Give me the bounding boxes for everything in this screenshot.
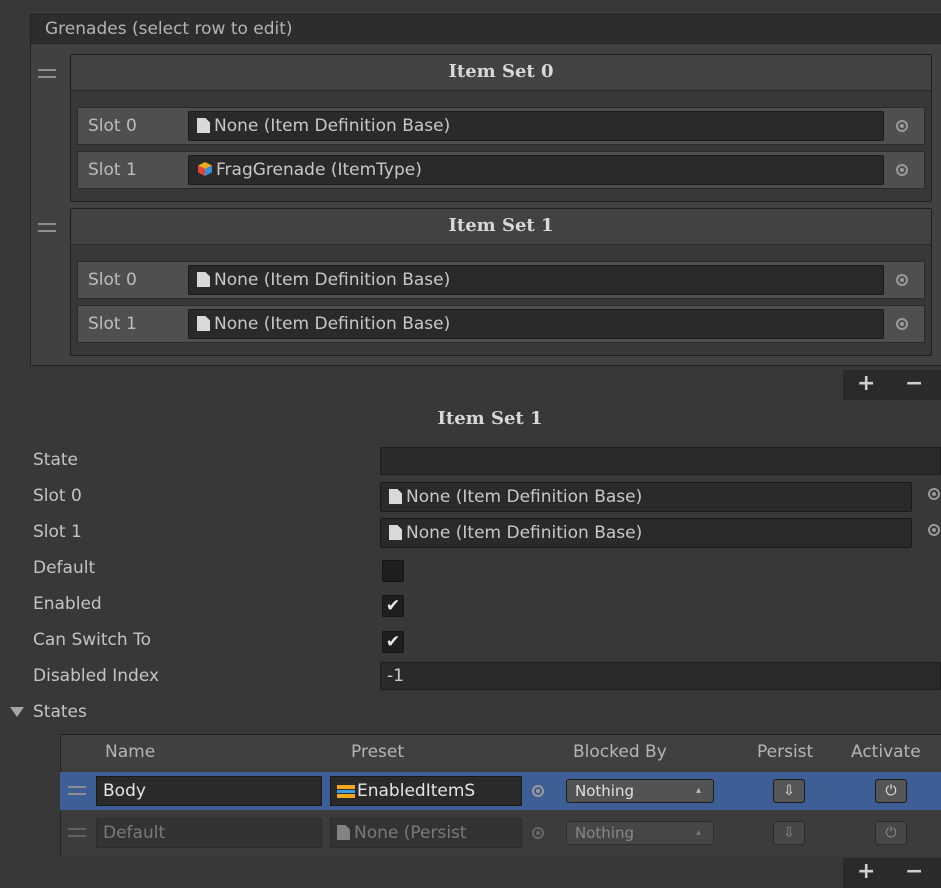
activate-button[interactable]: ⏻ — [875, 779, 907, 803]
persist-button[interactable]: ⇩ — [773, 821, 805, 845]
document-icon — [197, 316, 210, 331]
persist-button[interactable]: ⇩ — [773, 779, 805, 803]
blocked-by-dropdown[interactable]: Nothing ▴ — [566, 779, 714, 803]
activate-button[interactable]: ⏻ — [875, 821, 907, 845]
cube-icon — [198, 162, 212, 176]
detail-title: Item Set 1 — [437, 408, 543, 429]
slot-label: Slot 1 — [88, 314, 137, 334]
object-picker-icon[interactable] — [896, 164, 908, 176]
object-picker-icon[interactable] — [532, 827, 544, 839]
item-set-1[interactable]: Item Set 1 Slot 0 None (Item Definition … — [70, 208, 932, 356]
state-name-input[interactable]: Body — [96, 776, 322, 806]
slot-row: Slot 0 None (Item Definition Base) — [77, 261, 925, 299]
column-preset: Preset — [351, 742, 405, 762]
column-name: Name — [105, 742, 156, 762]
power-icon: ⏻ — [885, 783, 897, 799]
enabled-checkbox[interactable]: ✔ — [382, 595, 404, 617]
document-icon — [389, 489, 402, 504]
can-switch-to-checkbox[interactable]: ✔ — [382, 631, 404, 653]
states-table-header: Name Preset Blocked By Persist Activate — [60, 734, 941, 768]
dropdown-arrows-icon: ▴ — [695, 827, 701, 838]
disabled-index-label: Disabled Index — [33, 666, 160, 686]
download-icon: ⇩ — [783, 825, 795, 841]
list-header: Grenades (select row to edit) — [30, 14, 941, 44]
document-icon — [337, 825, 350, 840]
state-label: State — [33, 450, 78, 470]
default-checkbox[interactable] — [382, 560, 404, 582]
disabled-index-field[interactable]: -1 — [380, 662, 941, 690]
drag-handle-icon[interactable] — [38, 223, 56, 232]
download-icon: ⇩ — [783, 783, 795, 799]
slot1-object-field[interactable]: None (Item Definition Base) — [380, 518, 912, 548]
add-state-button[interactable]: + — [857, 858, 875, 886]
column-persist: Persist — [757, 742, 814, 762]
slot-object-field[interactable]: FragGrenade (ItemType) — [188, 155, 884, 185]
slot-value: None (Item Definition Base) — [214, 116, 451, 136]
slot1-label: Slot 1 — [33, 522, 82, 542]
item-set-title: Item Set 0 — [71, 55, 931, 91]
column-activate: Activate — [851, 742, 921, 762]
slot0-object-field[interactable]: None (Item Definition Base) — [380, 482, 912, 512]
object-picker-icon[interactable] — [928, 488, 940, 500]
state-name-input[interactable]: Default — [96, 818, 322, 848]
state-field[interactable] — [380, 447, 941, 475]
slot-label: Slot 1 — [88, 160, 137, 180]
slot-value: None (Item Definition Base) — [214, 270, 451, 290]
document-icon — [197, 118, 210, 133]
column-blocked-by: Blocked By — [573, 742, 667, 762]
slot-object-field[interactable]: None (Item Definition Base) — [188, 309, 884, 339]
drag-handle-icon[interactable] — [38, 69, 56, 78]
document-icon — [197, 272, 210, 287]
drag-handle-icon[interactable] — [68, 828, 86, 837]
drag-handle-icon[interactable] — [68, 786, 86, 795]
states-foldout-label[interactable]: States — [33, 702, 87, 722]
foldout-arrow-icon[interactable] — [10, 707, 24, 717]
slot-object-field[interactable]: None (Item Definition Base) — [188, 111, 884, 141]
slot-value: FragGrenade (ItemType) — [216, 160, 422, 180]
list-add-remove-bar: + − — [843, 370, 941, 400]
power-icon: ⏻ — [885, 825, 897, 841]
object-picker-icon[interactable] — [928, 524, 940, 536]
can-switch-to-label: Can Switch To — [33, 630, 151, 650]
slot-row: Slot 1 FragGrenade (ItemType) — [77, 151, 925, 189]
remove-item-set-button[interactable]: − — [905, 370, 923, 398]
preset-object-field[interactable]: EnabledItemS — [330, 776, 522, 806]
slot-row: Slot 1 None (Item Definition Base) — [77, 305, 925, 343]
slot0-label: Slot 0 — [33, 486, 82, 506]
preset-object-field[interactable]: None (Persist — [330, 818, 522, 848]
enabled-label: Enabled — [33, 594, 102, 614]
table-row[interactable]: Body EnabledItemS Nothing ▴ ⇩ ⏻ — [60, 772, 941, 810]
dropdown-arrows-icon: ▴ — [695, 785, 701, 796]
default-label: Default — [33, 558, 96, 578]
table-row[interactable]: Default None (Persist Nothing ▴ ⇩ ⏻ — [60, 814, 941, 852]
add-item-set-button[interactable]: + — [857, 370, 875, 398]
slot-label: Slot 0 — [88, 116, 137, 136]
object-picker-icon[interactable] — [896, 120, 908, 132]
object-picker-icon[interactable] — [896, 274, 908, 286]
object-picker-icon[interactable] — [532, 785, 544, 797]
preset-icon — [337, 785, 355, 798]
slot-value: None (Item Definition Base) — [214, 314, 451, 334]
states-add-remove-bar: + − — [843, 858, 941, 888]
blocked-by-dropdown[interactable]: Nothing ▴ — [566, 821, 714, 845]
slot-row: Slot 0 None (Item Definition Base) — [77, 107, 925, 145]
item-set-0[interactable]: Item Set 0 Slot 0 None (Item Definition … — [70, 54, 932, 202]
remove-state-button[interactable]: − — [905, 858, 923, 886]
slot-label: Slot 0 — [88, 270, 137, 290]
object-picker-icon[interactable] — [896, 318, 908, 330]
document-icon — [389, 525, 402, 540]
item-set-title: Item Set 1 — [71, 209, 931, 245]
slot-object-field[interactable]: None (Item Definition Base) — [188, 265, 884, 295]
